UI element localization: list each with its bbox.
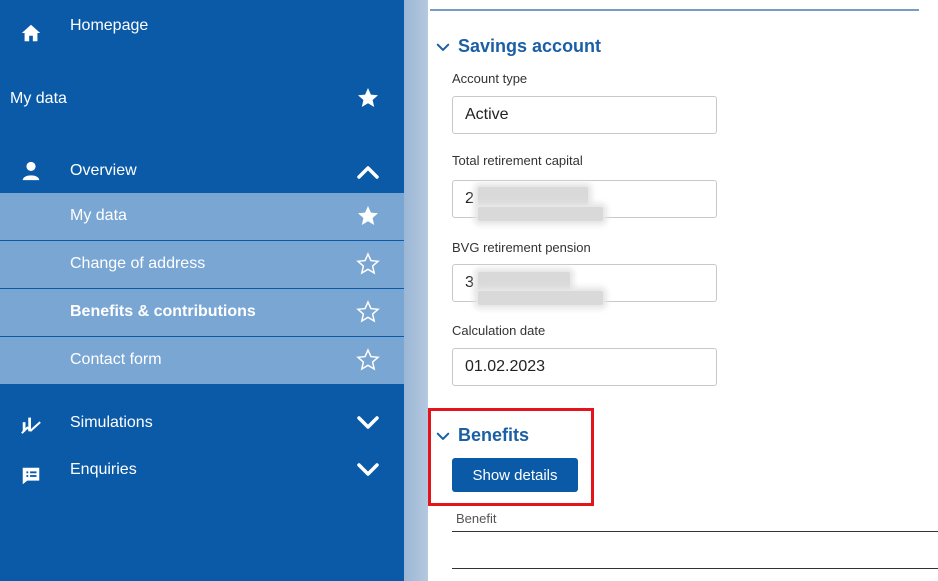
- savings-account-section-header[interactable]: Savings account: [436, 36, 601, 57]
- sidebar-scroll-gutter: [404, 0, 428, 581]
- my-data-header-label: My data: [10, 90, 67, 107]
- account-type-label: Account type: [452, 71, 528, 86]
- star-outline-icon[interactable]: [356, 252, 380, 276]
- sub-item-contact-form[interactable]: Contact form: [0, 337, 404, 385]
- table-row-divider: [452, 568, 938, 569]
- chart-icon: [21, 417, 41, 434]
- total-capital-label: Total retirement capital: [452, 153, 583, 168]
- nav-homepage-label: Homepage: [70, 17, 149, 34]
- chevron-down-icon: [436, 43, 450, 52]
- sub-item-benefits-contributions[interactable]: Benefits & contributions: [0, 289, 404, 337]
- bvg-pension-label: BVG retirement pension: [452, 240, 591, 255]
- star-outline-icon[interactable]: [356, 348, 380, 372]
- nav-enquiries-label: Enquiries: [70, 461, 137, 478]
- sub-item-label: Benefits & contributions: [70, 303, 256, 320]
- home-icon: [21, 24, 41, 42]
- redaction-blur: [478, 291, 603, 305]
- highlight-annotation: [428, 408, 594, 506]
- sub-item-label: Contact form: [70, 351, 162, 368]
- savings-account-title: Savings account: [458, 36, 602, 56]
- total-capital-value: 2: [465, 190, 474, 207]
- sub-item-label: My data: [70, 207, 127, 224]
- calc-date-value: 01.02.2023: [465, 358, 546, 375]
- user-icon: [22, 161, 40, 181]
- benefit-column-label: Benefit: [456, 511, 497, 526]
- nav-homepage[interactable]: Homepage: [0, 12, 404, 42]
- sub-item-label: Change of address: [70, 255, 206, 272]
- redaction-blur: [478, 207, 603, 221]
- table-header-divider: [452, 531, 938, 532]
- star-filled-icon[interactable]: [356, 86, 380, 110]
- calc-date-field[interactable]: 01.02.2023: [452, 348, 717, 386]
- top-divider: [430, 9, 919, 11]
- chevron-down-icon[interactable]: [356, 458, 380, 482]
- redaction-blur: [478, 187, 588, 205]
- chevron-up-icon[interactable]: [356, 160, 380, 184]
- nav-enquiries[interactable]: Enquiries: [0, 453, 404, 489]
- account-type-value: Active: [465, 106, 509, 123]
- redaction-blur: [478, 272, 570, 290]
- nav-simulations-label: Simulations: [70, 414, 153, 431]
- sidebar: Homepage My data Overview My data Change…: [0, 0, 404, 581]
- star-outline-icon[interactable]: [356, 300, 380, 324]
- account-type-field[interactable]: Active: [452, 96, 717, 134]
- nav-my-data-header[interactable]: My data: [0, 80, 404, 116]
- sub-item-my-data[interactable]: My data: [0, 193, 404, 241]
- chevron-down-icon[interactable]: [356, 411, 380, 435]
- message-icon: [22, 467, 40, 485]
- bvg-pension-value: 3: [465, 274, 474, 291]
- calc-date-label: Calculation date: [452, 323, 546, 338]
- star-filled-icon[interactable]: [356, 204, 380, 228]
- nav-overview[interactable]: Overview: [0, 150, 404, 190]
- nav-overview-label: Overview: [70, 162, 137, 179]
- sub-item-change-of-address[interactable]: Change of address: [0, 241, 404, 289]
- nav-simulations[interactable]: Simulations: [0, 405, 404, 441]
